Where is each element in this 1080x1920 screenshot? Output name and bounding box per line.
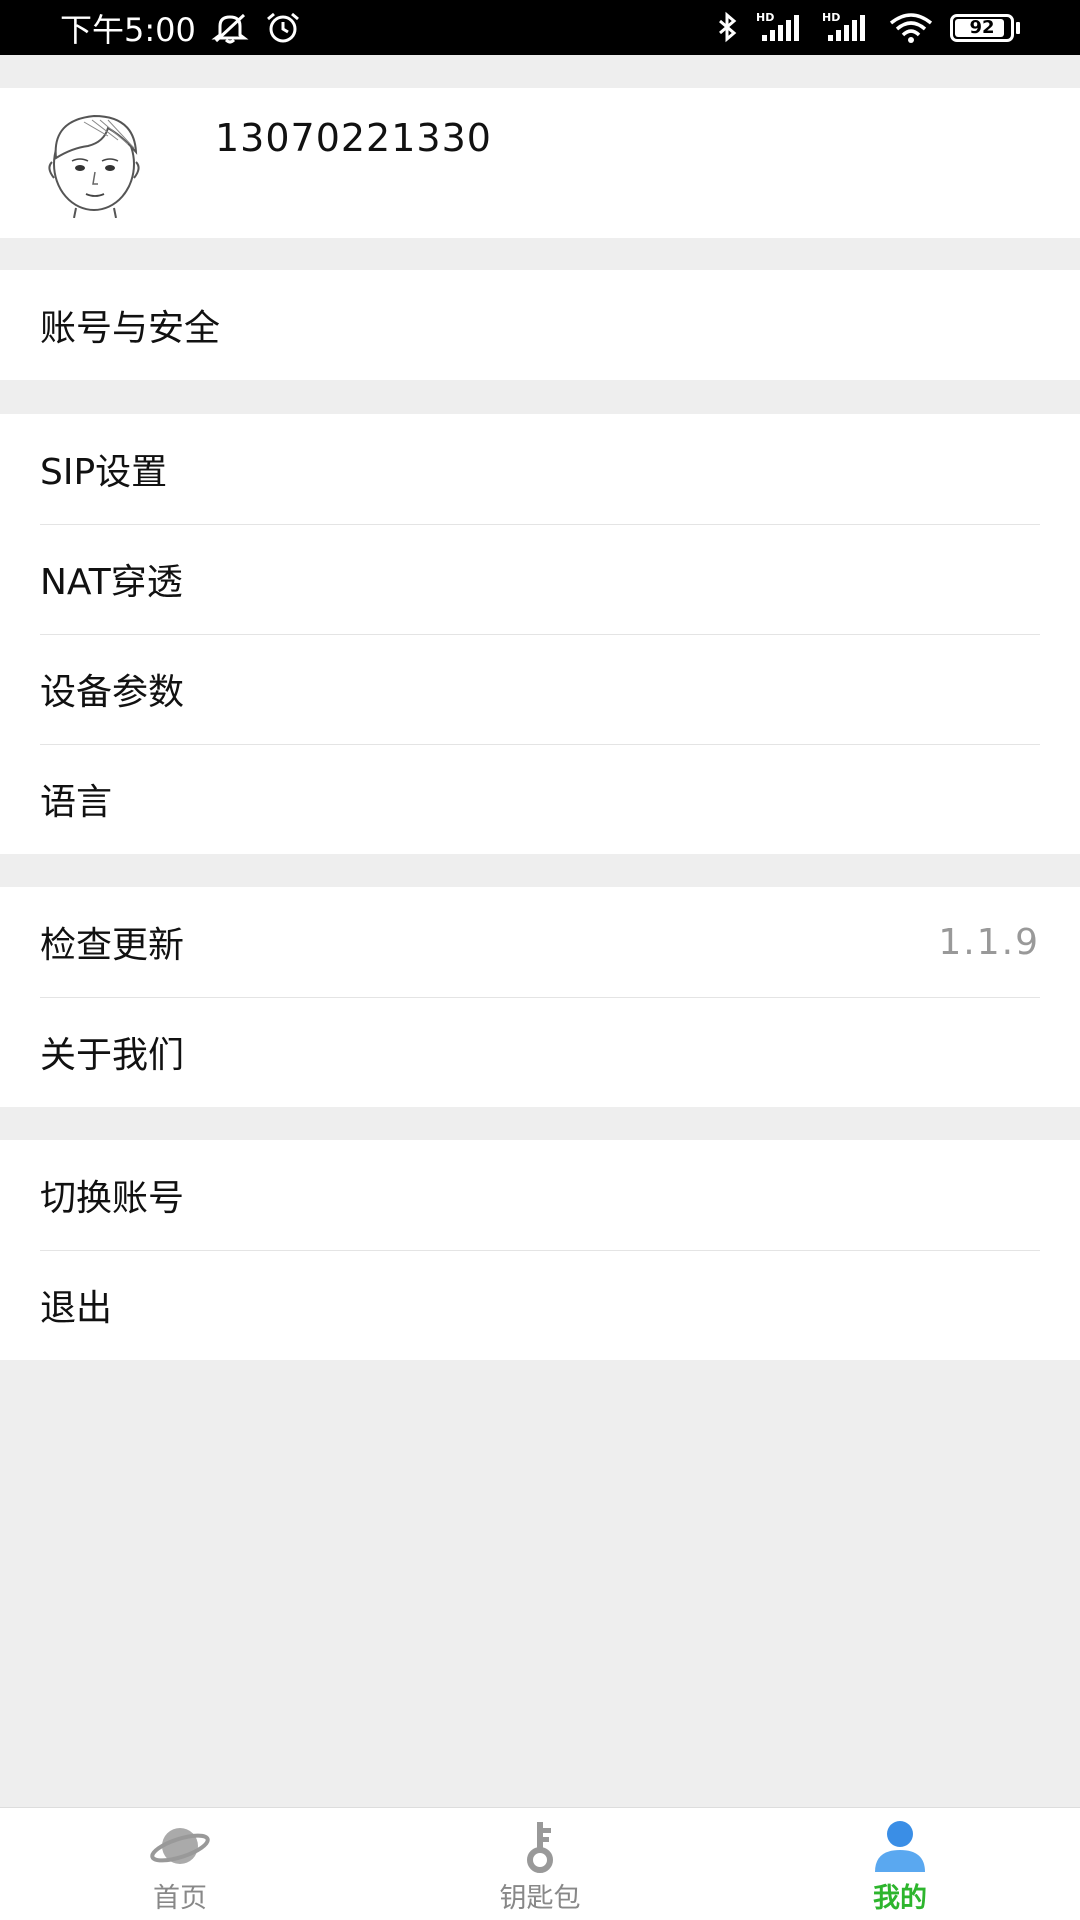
menu-logout[interactable]: 退出 xyxy=(0,1250,1080,1360)
signal-icon-2: HD xyxy=(822,11,872,45)
menu-label: 关于我们 xyxy=(40,1035,185,1076)
tab-mine[interactable]: 我的 xyxy=(720,1808,1080,1920)
status-bar: 下午5:00 HD HD 92 xyxy=(0,0,1080,55)
account-actions-section: 切换账号 退出 xyxy=(0,1140,1080,1360)
settings-section: SIP设置 NAT穿透 设备参数 语言 xyxy=(0,414,1080,854)
menu-label: 切换账号 xyxy=(40,1178,185,1219)
tab-label: 我的 xyxy=(873,1883,927,1914)
key-icon xyxy=(527,1822,553,1873)
battery-icon: 92 xyxy=(950,13,1020,42)
alarm-icon xyxy=(264,11,302,45)
menu-label: 账号与安全 xyxy=(40,308,221,349)
menu-language[interactable]: 语言 xyxy=(0,744,1080,854)
signal-icon-1: HD xyxy=(756,11,806,45)
menu-sip-settings[interactable]: SIP设置 xyxy=(0,414,1080,524)
menu-nat[interactable]: NAT穿透 xyxy=(0,524,1080,634)
menu-label: SIP设置 xyxy=(40,452,168,493)
tab-label: 首页 xyxy=(153,1883,207,1914)
mute-icon xyxy=(210,11,250,45)
menu-account-security[interactable]: 账号与安全 xyxy=(0,270,1080,380)
status-time: 下午5:00 xyxy=(60,10,196,49)
version-label: 1.1.9 xyxy=(938,921,1040,963)
status-right: HD HD 92 xyxy=(716,11,1020,45)
wifi-icon xyxy=(888,11,934,45)
tab-label: 钥匙包 xyxy=(499,1883,581,1914)
tab-keys[interactable]: 钥匙包 xyxy=(360,1808,720,1920)
tab-home[interactable]: 首页 xyxy=(0,1808,360,1920)
bluetooth-icon xyxy=(716,11,740,45)
user-icon xyxy=(875,1821,925,1872)
profile-section[interactable]: 13070221330 xyxy=(0,88,1080,238)
menu-check-update[interactable]: 检查更新 1.1.9 xyxy=(0,887,1080,997)
planet-icon xyxy=(150,1828,210,1864)
bottom-tab-bar: 首页 钥匙包 我的 xyxy=(0,1807,1080,1920)
menu-label: 语言 xyxy=(40,782,113,823)
avatar-face-icon[interactable] xyxy=(38,106,150,219)
menu-label: 检查更新 xyxy=(40,925,185,966)
menu-switch-account[interactable]: 切换账号 xyxy=(0,1140,1080,1250)
menu-device-params[interactable]: 设备参数 xyxy=(0,634,1080,744)
update-section: 检查更新 1.1.9 关于我们 xyxy=(0,887,1080,1107)
svg-text:HD: HD xyxy=(756,11,774,24)
menu-label: 退出 xyxy=(40,1288,113,1329)
account-section: 账号与安全 xyxy=(0,270,1080,380)
status-left: 下午5:00 xyxy=(60,5,302,51)
battery-level: 92 xyxy=(969,17,995,38)
phone-number: 13070221330 xyxy=(215,116,492,160)
svg-text:HD: HD xyxy=(822,11,840,24)
menu-label: NAT穿透 xyxy=(40,562,183,603)
menu-label: 设备参数 xyxy=(40,672,185,713)
menu-about[interactable]: 关于我们 xyxy=(0,997,1080,1107)
